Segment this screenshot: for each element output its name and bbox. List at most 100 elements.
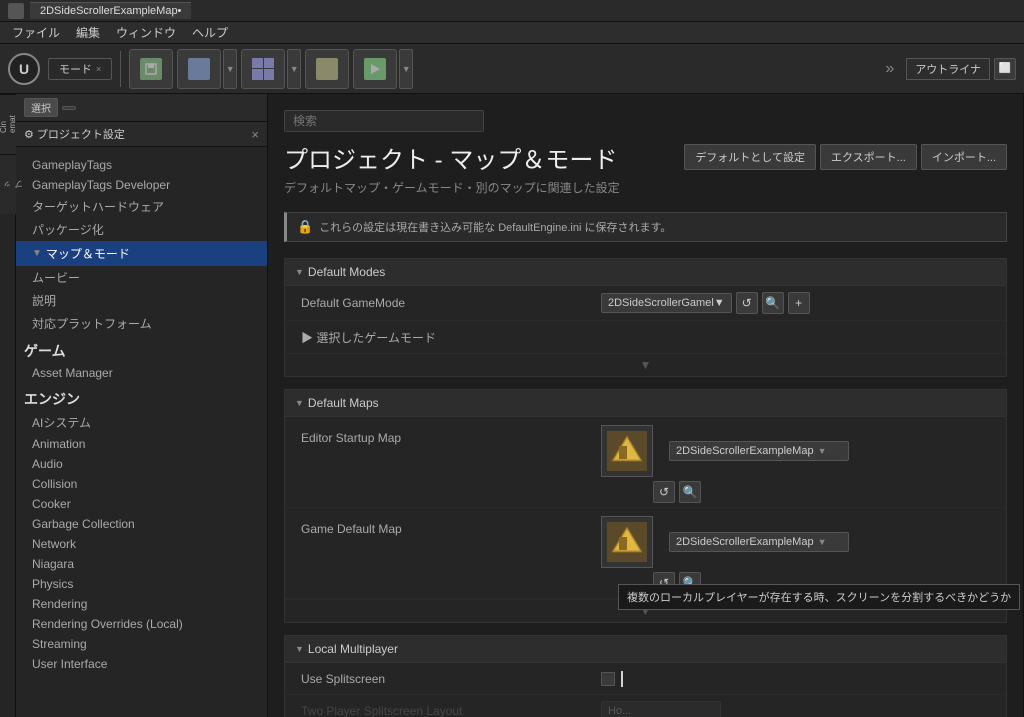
outline-tab[interactable]: アウトライナ [906, 58, 990, 80]
nav-gameplay-tags-dev[interactable]: GameplayTags Developer [16, 175, 267, 195]
main-content: プロジェクト - マップ＆モード デフォルトマップ・ゲームモード・別のマップに関… [268, 94, 1023, 717]
section-modes-title: Default Modes [308, 265, 385, 279]
mode-other-btn[interactable] [62, 106, 76, 110]
nav-maps-modes[interactable]: ▼ マップ＆モード [16, 241, 267, 266]
maps-collapse-arrow[interactable]: ▼ [640, 604, 652, 618]
toolbar-play-btn[interactable] [353, 49, 397, 89]
section-maps-body: Editor Startup Map [285, 417, 1006, 599]
gamemode-add-btn[interactable]: + [788, 292, 810, 314]
info-bar: 🔒 これらの設定は現在書き込み可能な DefaultEngine.ini に保存… [284, 212, 1007, 242]
nav-packaging[interactable]: パッケージ化 [16, 218, 267, 241]
menu-window[interactable]: ウィンドウ [108, 22, 184, 43]
nav-audio[interactable]: Audio [16, 454, 267, 474]
sidebar: 選択 ⚙ プロジェクト設定 × GameplayTags GameplayTag… [16, 94, 268, 717]
section-default-maps-header[interactable]: ▼ Default Maps [285, 390, 1006, 417]
control-default-gamemode: 2DSideScrollerGamel▼ ↺ 🔍 + [601, 292, 990, 314]
toolbar-more[interactable]: » [885, 60, 894, 78]
triangle-modes: ▼ [295, 267, 304, 277]
nav-platform-support[interactable]: 対応プラットフォーム [16, 312, 267, 335]
section-maps-title: Default Maps [308, 396, 379, 410]
section-default-modes: ▼ Default Modes Default GameMode 2DSideS… [284, 258, 1007, 377]
toolbar-save-btn[interactable] [129, 49, 173, 89]
section-modes-body: Default GameMode 2DSideScrollerGamel▼ ↺ … [285, 286, 1006, 353]
control-splitscreen [601, 671, 990, 687]
import-btn[interactable]: インポート... [921, 144, 1007, 170]
dropdown-game-map-val: 2DSideScrollerExampleMap [676, 536, 814, 548]
field-game-map: Game Default Map [285, 508, 1006, 599]
dropdown-gamemode[interactable]: 2DSideScrollerGamel▼ [601, 293, 732, 313]
toolbar-grid-btn[interactable] [241, 49, 285, 89]
gamemode-search-btn[interactable]: 🔍 [762, 292, 784, 314]
modes-collapse-arrow[interactable]: ▼ [640, 358, 652, 372]
mode-label: モード [59, 61, 92, 77]
toolbar-group-1: ▼ [177, 49, 237, 89]
field-two-player-layout: Two Player Splitscreen Layout Ho... [285, 695, 1006, 717]
nav-rendering-overrides[interactable]: Rendering Overrides (Local) [16, 614, 267, 634]
game-map-thumbnail [601, 516, 653, 568]
nav-streaming[interactable]: Streaming [16, 634, 267, 654]
play-icon [364, 58, 386, 80]
cursor-indicator [621, 671, 623, 687]
build-icon [316, 58, 338, 80]
save-icon [140, 58, 162, 80]
export-btn[interactable]: エクスポート... [820, 144, 917, 170]
nav-target-hardware[interactable]: ターゲットハードウェア [16, 195, 267, 218]
gamemode-reset-btn[interactable]: ↺ [736, 292, 758, 314]
project-settings-close[interactable]: × [251, 127, 259, 142]
game-map-reset-btn[interactable]: ↺ [653, 572, 675, 594]
nav-asset-manager[interactable]: Asset Manager [16, 363, 267, 383]
toolbar-build-btn[interactable] [305, 49, 349, 89]
label-editor-map: Editor Startup Map [301, 425, 601, 503]
nav-animation[interactable]: Animation [16, 434, 267, 454]
left-tab-strip: Cinemat マップ [0, 94, 16, 717]
dropdown-arrow-1[interactable]: ▼ [223, 49, 237, 89]
dropdown-arrow-3[interactable]: ▼ [399, 49, 413, 89]
label-splitscreen: Use Splitscreen [301, 672, 601, 686]
nav-movies[interactable]: ムービー [16, 266, 267, 289]
left-tab-cine[interactable]: Cinemat [0, 94, 16, 154]
search-input[interactable] [284, 110, 484, 132]
section-default-modes-header[interactable]: ▼ Default Modes [285, 259, 1006, 286]
nav-network[interactable]: Network [16, 534, 267, 554]
editor-map-search-btn[interactable]: 🔍 [679, 481, 701, 503]
triangle-multiplayer: ▼ [295, 644, 304, 654]
menu-help[interactable]: ヘルプ [184, 22, 236, 43]
nav-ai[interactable]: AIシステム [16, 411, 267, 434]
toolbar: U モード × ▼ ▼ [0, 44, 1024, 94]
title-tab[interactable]: 2DSideScrollerExampleMap• [30, 2, 191, 19]
left-tab-map[interactable]: マップ [0, 154, 16, 214]
nav-physics[interactable]: Physics [16, 574, 267, 594]
lock-icon: 🔒 [297, 219, 313, 235]
page-subtitle: デフォルトマップ・ゲームモード・別のマップに関連した設定 [284, 179, 620, 196]
game-map-search-btn[interactable]: 🔍 [679, 572, 701, 594]
nav-ui[interactable]: User Interface [16, 654, 267, 674]
action-buttons-group: デフォルトとして設定 エクスポート... インポート... [684, 144, 1007, 170]
toolbar-right-icon[interactable]: ⬜ [994, 58, 1016, 80]
mode-select-btn[interactable]: 選択 [24, 98, 58, 117]
label-selected-gamemode[interactable]: ▶ 選択したゲームモード [301, 329, 601, 346]
nav-cooker[interactable]: Cooker [16, 494, 267, 514]
editor-map-reset-btn[interactable]: ↺ [653, 481, 675, 503]
sidebar-nav: GameplayTags GameplayTags Developer ターゲッ… [16, 147, 267, 717]
section-maps-footer: ▼ [285, 599, 1006, 622]
nav-collision[interactable]: Collision [16, 474, 267, 494]
nav-gameplay-tags[interactable]: GameplayTags [16, 155, 267, 175]
nav-description[interactable]: 説明 [16, 289, 267, 312]
nav-section-game: ゲーム [16, 335, 267, 363]
menu-file[interactable]: ファイル [4, 22, 68, 43]
section-local-multiplayer-header[interactable]: ▼ Local Multiplayer [285, 636, 1006, 663]
nav-gc[interactable]: Garbage Collection [16, 514, 267, 534]
title-bar: 2DSideScrollerExampleMap• [0, 0, 1024, 22]
menu-edit[interactable]: 編集 [68, 22, 108, 43]
dropdown-arrow-2[interactable]: ▼ [287, 49, 301, 89]
mode-button[interactable]: モード × [48, 58, 112, 80]
section-multiplayer-body: Use Splitscreen Two Player Splitscreen L… [285, 663, 1006, 717]
toolbar-map-btn[interactable] [177, 49, 221, 89]
control-two-player-layout: Ho... [601, 701, 990, 717]
checkbox-splitscreen[interactable] [601, 672, 615, 686]
set-default-btn[interactable]: デフォルトとして設定 [684, 144, 816, 170]
nav-niagara[interactable]: Niagara [16, 554, 267, 574]
dropdown-game-map[interactable]: 2DSideScrollerExampleMap ▼ [669, 532, 849, 552]
nav-rendering[interactable]: Rendering [16, 594, 267, 614]
dropdown-editor-map[interactable]: 2DSideScrollerExampleMap ▼ [669, 441, 849, 461]
